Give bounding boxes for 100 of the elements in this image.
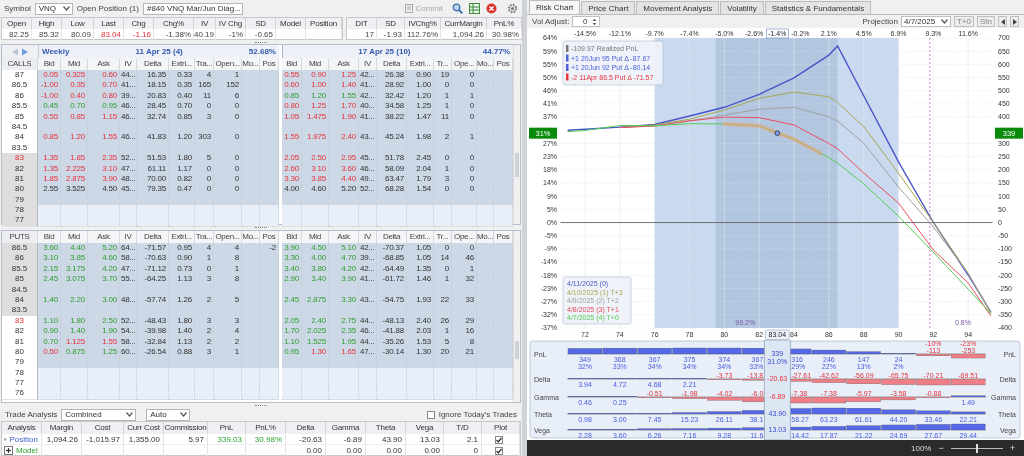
column-header: Position <box>306 18 342 29</box>
table-cell: 1 <box>434 326 452 338</box>
column-header: Theta <box>366 422 406 433</box>
column-header: Last <box>94 18 124 29</box>
strike-cell[interactable]: 77 <box>2 215 38 227</box>
zoom-level: 100% <box>911 443 932 453</box>
table-cell: 112.76% <box>405 29 441 40</box>
table-cell: 0 <box>444 444 482 456</box>
table-cell: 0 <box>452 184 477 196</box>
previous-button[interactable] <box>998 16 1007 27</box>
column-header: Chg <box>124 18 154 29</box>
tab[interactable]: Risk Chart <box>529 0 581 14</box>
table-cell: 1,094.26 <box>441 29 487 40</box>
table-cell: -1.93 <box>377 29 405 40</box>
caret-icon <box>126 412 134 417</box>
table-cell: 8 <box>214 253 242 265</box>
vol-adjust-field[interactable]: 0 <box>572 16 601 27</box>
column-header: Vega <box>406 422 444 433</box>
slider-thumb[interactable] <box>975 443 978 453</box>
column-header: T/D <box>444 422 482 433</box>
settings-icon[interactable] <box>507 3 518 14</box>
mode-select[interactable]: Combined <box>61 408 137 421</box>
table-cell: 4 <box>214 326 242 338</box>
table-cell: 80.09 <box>62 29 94 40</box>
table-cell: 0 <box>452 101 477 113</box>
column-header: SD <box>377 18 405 29</box>
table-cell: 13.03 <box>406 433 444 445</box>
symbol-label: Symbol <box>4 4 31 13</box>
scrollbar[interactable] <box>513 45 520 224</box>
column-header: DIT <box>347 18 377 29</box>
scroll-thumb[interactable] <box>515 153 519 177</box>
table-cell: 0.00 <box>326 444 366 456</box>
trade-analysis-label: Trade Analysis <box>5 410 58 419</box>
checkbox-label[interactable]: Ignore Today's Trades <box>438 410 517 419</box>
symbol-select[interactable]: VNQ <box>34 2 73 15</box>
table-cell: 0 <box>214 132 242 144</box>
column-header: Curr Cost <box>124 422 164 433</box>
row-label[interactable]: Model <box>16 445 38 456</box>
expiry-volatility: 44.77% <box>482 47 510 56</box>
spinner-icon[interactable] <box>592 17 598 26</box>
column-header: CurrMargin <box>441 18 487 29</box>
table-cell: 0 <box>452 153 477 165</box>
column-header: Chg% <box>154 18 194 29</box>
strike-cell[interactable]: 76 <box>2 388 38 400</box>
checkbox[interactable] <box>495 446 503 455</box>
scrollbar[interactable] <box>513 231 520 402</box>
caret-icon <box>62 6 70 11</box>
table-cell: 5.97 <box>164 433 208 445</box>
table-cell: 82.25 <box>2 29 32 40</box>
table-cell: 1 <box>452 132 477 144</box>
next-icon[interactable] <box>21 47 29 56</box>
close-icon[interactable] <box>486 3 497 14</box>
scale-select[interactable]: Auto <box>146 408 191 421</box>
table-cell: 0 <box>214 153 242 165</box>
checkbox[interactable] <box>495 435 503 444</box>
table-cell: 339.03 <box>208 433 246 445</box>
expand-icon[interactable] <box>4 446 13 455</box>
table-cell: 1,355.00 <box>124 433 164 445</box>
column-header: Analysis <box>2 422 42 433</box>
tab[interactable]: Volatility <box>720 1 764 14</box>
expiry-date: 11 Apr 25 (4) <box>135 47 183 56</box>
table-cell: 1,094.26 <box>42 433 82 445</box>
column-header: Margin <box>42 422 82 433</box>
table-cell: 8 <box>214 274 242 286</box>
table-cell: 0 <box>214 101 242 113</box>
column-header: Model <box>276 18 306 29</box>
tab[interactable]: Statistics & Fundamentals <box>764 1 872 14</box>
column-header: High <box>32 18 62 29</box>
tab[interactable]: Price Chart <box>581 1 636 14</box>
zoom-in-button[interactable]: + <box>1008 443 1016 453</box>
table-cell: -1,015.97 <box>82 433 124 445</box>
table-cell <box>82 444 124 456</box>
expiry-date: 17 Apr 25 (10) <box>358 47 411 56</box>
search-icon[interactable] <box>452 3 463 14</box>
table-cell <box>208 444 246 456</box>
column-header: IV <box>194 18 216 29</box>
tab[interactable]: Movement Analysis <box>636 1 720 14</box>
table-cell: 40.19 <box>194 29 216 40</box>
zoom-out-button[interactable]: − <box>937 443 945 453</box>
series-label: Weekly <box>42 47 70 56</box>
table-cell: -20.63 <box>286 433 326 445</box>
table-cell <box>246 444 286 456</box>
row-label[interactable]: Position <box>9 434 38 445</box>
position-select[interactable]: #840 VNQ Mar/Jun Diag... <box>142 2 243 15</box>
table-cell: 30.98% <box>487 29 522 40</box>
spreadsheet-icon[interactable] <box>469 3 480 14</box>
checkbox[interactable] <box>426 410 435 419</box>
projection-date-field[interactable]: 4/7/2025 <box>900 16 951 27</box>
next-button[interactable] <box>1010 16 1019 27</box>
caret-icon <box>180 412 188 417</box>
column-header: SD <box>246 18 276 29</box>
expiry-volatility: 52.68% <box>248 47 276 56</box>
column-header: Cost <box>82 422 124 433</box>
table-cell: 85.32 <box>32 29 62 40</box>
column-header: PnL% <box>487 18 522 29</box>
table-cell <box>124 444 164 456</box>
table-cell: 0 <box>214 184 242 196</box>
scroll-thumb[interactable] <box>515 341 519 359</box>
table-cell: 1 <box>434 274 452 286</box>
table-cell: -1% <box>216 29 246 40</box>
